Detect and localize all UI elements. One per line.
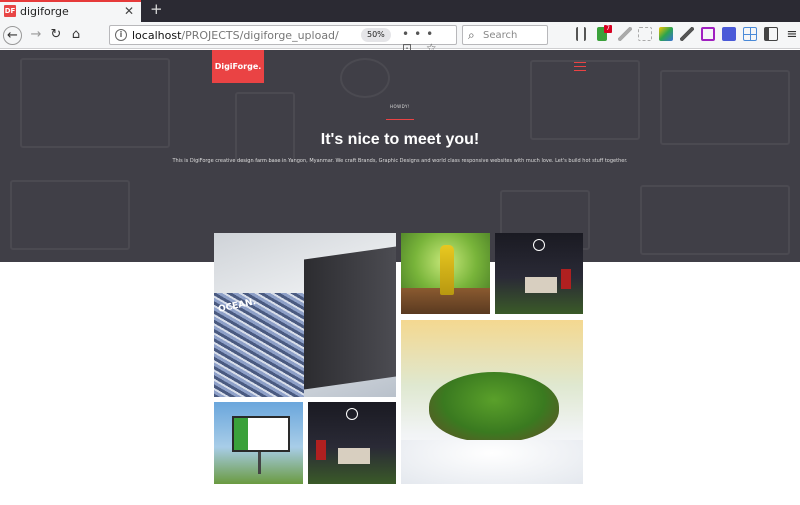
url-text[interactable]: localhost/PROJECTS/digiforge_upload/ (132, 29, 339, 42)
badge-icon (346, 408, 358, 420)
site-logo[interactable]: DigiForge. (212, 50, 264, 83)
reload-button[interactable]: ↻ (47, 26, 65, 44)
person-red (561, 269, 571, 289)
desk-image (525, 277, 557, 293)
favicon-icon: DF (4, 5, 16, 17)
grid-icon[interactable] (743, 27, 757, 41)
decor-frame (530, 60, 640, 140)
desk-image (338, 448, 370, 464)
menu-icon[interactable]: ≡ (785, 26, 799, 44)
clouds-image (401, 440, 583, 484)
url-bar[interactable]: i localhost/PROJECTS/digiforge_upload/ 5… (109, 25, 457, 55)
tab-title: digiforge (20, 5, 69, 18)
island-image (429, 372, 559, 442)
decor-screen (640, 185, 790, 255)
url-path: /PROJECTS/digiforge_upload/ (181, 29, 339, 42)
info-icon[interactable]: i (115, 29, 127, 41)
billboard-post (258, 452, 261, 474)
nav-toolbar: ← → ↻ ⌂ i localhost/PROJECTS/digiforge_u… (0, 22, 800, 55)
browser-window: { "browser": { "tab": { "favicon_text": … (0, 0, 800, 505)
url-host: localhost (132, 29, 182, 42)
hamburger-menu-icon[interactable] (574, 62, 586, 71)
back-button[interactable]: ← (3, 26, 22, 45)
search-input[interactable]: ⌕ Search (462, 25, 548, 45)
forward-button[interactable]: → (27, 26, 45, 44)
decor-laptop (10, 180, 130, 250)
portfolio-tile-floating-island[interactable] (401, 320, 583, 484)
billboard-accent (234, 418, 248, 450)
portfolio-tile-billboard[interactable] (214, 402, 303, 484)
hero-kicker: HOWDY! (389, 104, 411, 109)
screenshot-icon[interactable] (638, 27, 652, 41)
zoom-badge[interactable]: 50% (361, 28, 391, 42)
person-red (316, 440, 326, 460)
library-icon[interactable] (576, 27, 586, 41)
extension-badge: 7 (604, 25, 612, 33)
portfolio-tile-brochure[interactable]: OCEAN. (214, 233, 396, 397)
hero-section: DigiForge. HOWDY! It's nice to meet you!… (0, 50, 800, 262)
search-placeholder: Search (483, 30, 518, 41)
window-resizer-icon[interactable] (701, 27, 715, 41)
hero-divider (386, 119, 414, 120)
portfolio-tile-office-scene[interactable] (495, 233, 583, 314)
hero-title: It's nice to meet you! (320, 131, 480, 148)
portfolio-tile-oil-bottle[interactable] (401, 233, 490, 314)
web-page: DigiForge. HOWDY! It's nice to meet you!… (0, 50, 800, 505)
sidebar-icon[interactable] (764, 27, 778, 41)
eyedropper-icon[interactable] (680, 27, 694, 41)
colorzilla-icon[interactable] (659, 27, 673, 41)
badge-icon (533, 239, 545, 251)
billboard-panel (232, 416, 290, 452)
new-tab-button[interactable]: + (150, 0, 163, 18)
hero-subtitle: This is DigiForge creative design farm b… (172, 158, 628, 164)
search-icon: ⌕ (468, 28, 475, 42)
decor-circle (340, 58, 390, 98)
decor-tablet (235, 92, 295, 162)
brochure-page (304, 246, 396, 390)
close-tab-icon[interactable]: ✕ (124, 4, 134, 18)
home-button[interactable]: ⌂ (67, 26, 85, 44)
portfolio-tile-office-scene-2[interactable] (308, 402, 396, 484)
tab-strip: DF digiforge ✕ + (0, 0, 800, 22)
tab-digiforge[interactable]: DF digiforge ✕ (0, 0, 141, 22)
pencil-icon[interactable] (618, 27, 632, 41)
extension-square-icon[interactable] (722, 27, 736, 41)
oil-bottle-image (440, 245, 454, 295)
